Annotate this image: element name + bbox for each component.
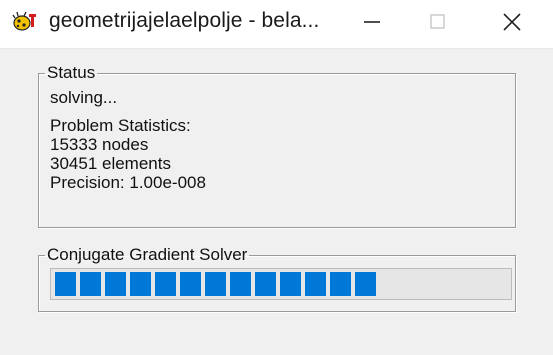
progress-segment	[130, 272, 151, 296]
progress-segment	[330, 272, 351, 296]
solver-state-text: solving...	[50, 88, 118, 107]
app-bug-icon[interactable]	[12, 10, 38, 34]
progress-segment	[80, 272, 101, 296]
status-group-label: Status	[47, 63, 96, 82]
maximize-button[interactable]	[411, 0, 465, 44]
progress-fill	[55, 272, 376, 296]
progress-bar	[50, 268, 512, 300]
title-bar[interactable]: geometrijajelaelpolje - bela...	[0, 0, 553, 48]
minimize-button[interactable]	[345, 0, 399, 44]
progress-window: geometrijajelaelpolje - bela... Status s…	[0, 0, 553, 355]
progress-segment	[305, 272, 326, 296]
maximize-icon	[430, 14, 445, 29]
elements-count: 30451 elements	[50, 154, 171, 173]
precision-value: Precision: 1.00e-008	[50, 173, 206, 192]
progress-segment	[280, 272, 301, 296]
progress-segment	[355, 272, 376, 296]
progress-segment	[105, 272, 126, 296]
progress-segment	[255, 272, 276, 296]
status-text-block: solving... Problem Statistics: 15333 nod…	[50, 88, 206, 192]
close-button[interactable]	[485, 0, 539, 44]
progress-segment	[155, 272, 176, 296]
progress-segment	[180, 272, 201, 296]
progress-segment	[230, 272, 251, 296]
solver-group-label: Conjugate Gradient Solver	[47, 245, 248, 264]
progress-segment	[205, 272, 226, 296]
nodes-count: 15333 nodes	[50, 135, 149, 154]
minimize-icon	[364, 21, 380, 23]
stats-heading: Problem Statistics:	[50, 116, 191, 135]
close-icon	[503, 13, 521, 31]
progress-segment	[55, 272, 76, 296]
window-title: geometrijajelaelpolje - bela...	[49, 9, 320, 32]
